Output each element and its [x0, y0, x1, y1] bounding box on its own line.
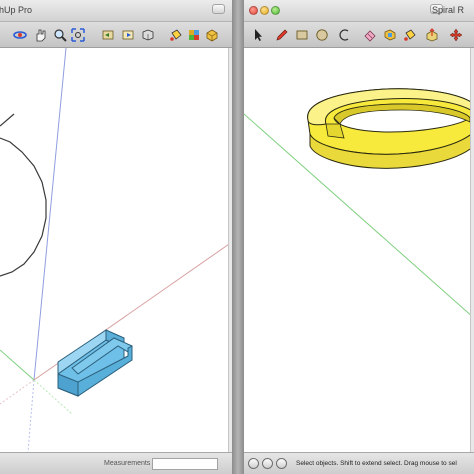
paint-bucket-icon[interactable] — [402, 27, 417, 42]
toolbar-toggle-button[interactable] — [212, 4, 225, 14]
left-toolbar — [0, 22, 232, 48]
credits-icon[interactable] — [262, 458, 273, 469]
push-pull-icon[interactable] — [424, 27, 439, 42]
select-arrow-icon[interactable] — [250, 27, 265, 42]
right-sketchup-window: Spiral R Select objects. Shift to extend… — [244, 0, 474, 474]
left-drawing-viewport[interactable] — [0, 48, 232, 452]
standard-views-icon[interactable] — [140, 27, 155, 42]
selected-channel-component — [57, 329, 133, 397]
left-title-bar[interactable]: tchUp Pro — [0, 0, 232, 22]
blue-axis-dotted — [27, 379, 35, 452]
green-axis — [0, 349, 35, 381]
right-window-title: Spiral R — [432, 5, 465, 15]
pencil-icon[interactable] — [274, 27, 289, 42]
status-hint-text: Select objects. Shift to extend select. … — [296, 460, 457, 467]
help-icon[interactable] — [276, 458, 287, 469]
next-view-icon[interactable] — [120, 27, 135, 42]
materials-icon[interactable] — [186, 27, 201, 42]
window-gap — [232, 0, 244, 474]
minimize-button[interactable] — [260, 6, 269, 15]
arc-icon[interactable] — [336, 27, 351, 42]
components-icon[interactable] — [204, 27, 219, 42]
geo-location-icon[interactable] — [248, 458, 259, 469]
orbit-icon[interactable] — [12, 27, 27, 42]
zoom-icon[interactable] — [52, 27, 67, 42]
right-drawing-viewport[interactable] — [244, 48, 474, 452]
circle-icon[interactable] — [314, 27, 329, 42]
close-button[interactable] — [249, 6, 258, 15]
drawn-line-segment — [0, 113, 15, 127]
left-window-title: tchUp Pro — [0, 5, 33, 15]
move-icon[interactable] — [448, 27, 463, 42]
right-viewport-edge — [470, 48, 474, 452]
zoom-extents-icon[interactable] — [70, 27, 85, 42]
right-toolbar — [244, 22, 474, 48]
right-title-bar[interactable]: Spiral R — [244, 0, 474, 22]
zoom-button[interactable] — [271, 6, 280, 15]
red-axis-dotted — [0, 379, 35, 405]
paint-bucket-icon[interactable] — [168, 27, 183, 42]
right-status-bar: Select objects. Shift to extend select. … — [244, 452, 474, 474]
left-status-bar: Measurements — [0, 452, 232, 474]
yellow-spiral-ring — [307, 88, 474, 169]
measurements-label: Measurements — [104, 460, 151, 467]
rectangle-icon[interactable] — [294, 27, 309, 42]
previous-view-icon[interactable] — [100, 27, 115, 42]
left-sketchup-window: tchUp Pro — [0, 0, 232, 474]
eraser-icon[interactable] — [362, 27, 377, 42]
drawn-circle-curve — [0, 137, 47, 277]
tape-measure-icon[interactable] — [382, 27, 397, 42]
pan-icon[interactable] — [32, 27, 47, 42]
measurements-input[interactable] — [152, 458, 218, 470]
blue-axis — [33, 48, 67, 381]
